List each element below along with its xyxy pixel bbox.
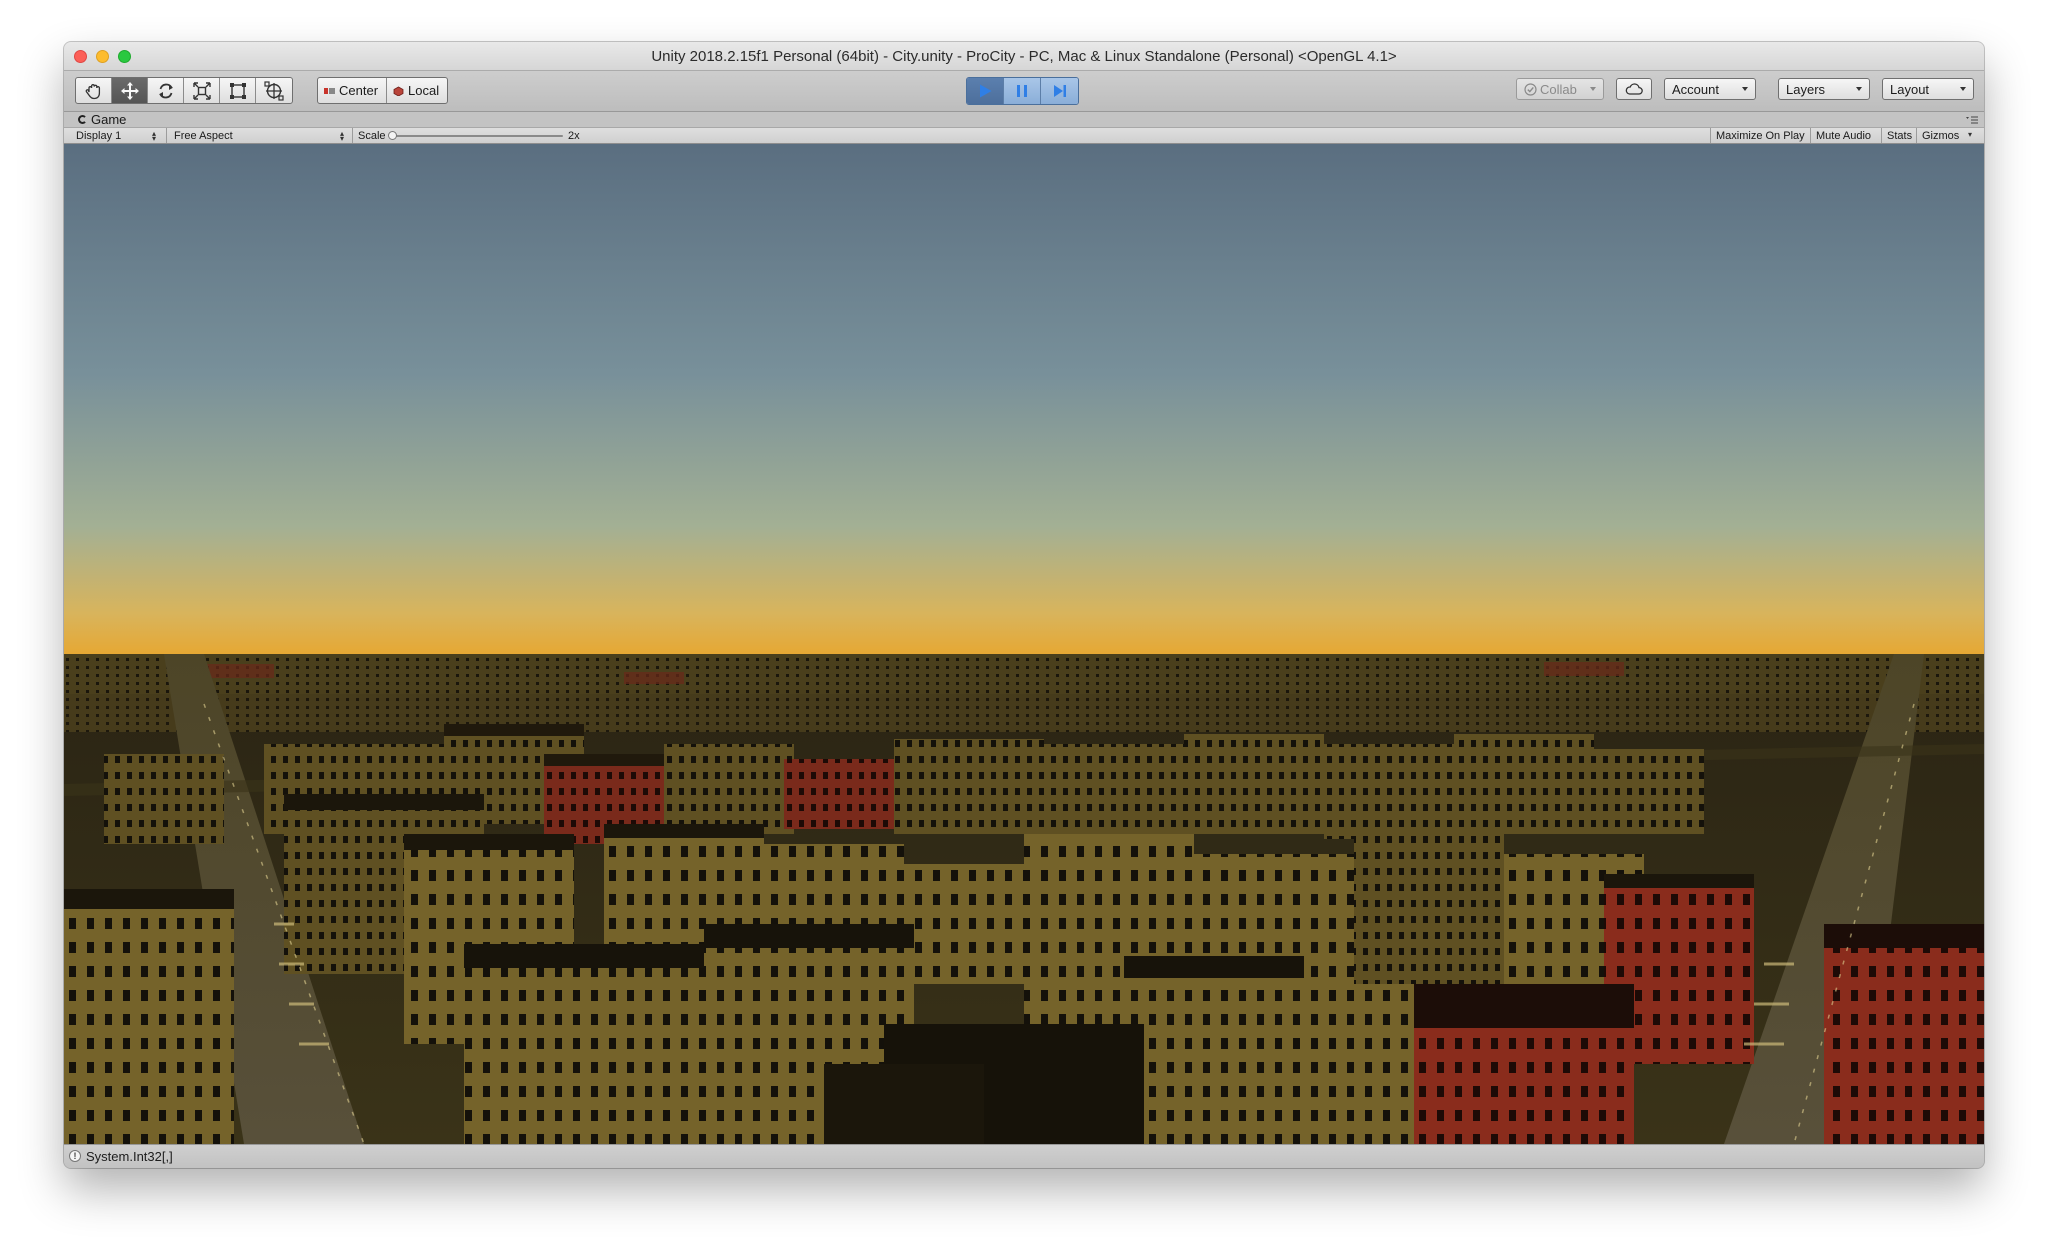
pivot-mode-button[interactable]: Center (318, 78, 388, 103)
transform-tool-button[interactable] (256, 78, 292, 103)
pause-button[interactable] (1004, 78, 1041, 104)
gizmos-dropdown-caret-icon[interactable]: ▾ (1968, 131, 1972, 139)
account-label: Account (1672, 81, 1719, 97)
scale-label: Scale (358, 130, 386, 142)
scale-icon (192, 81, 211, 100)
account-dropdown[interactable]: Account (1664, 78, 1756, 100)
rect-transform-icon (229, 82, 246, 99)
gizmos-toggle[interactable]: Gizmos (1916, 128, 1964, 143)
chevron-down-icon (1856, 87, 1862, 91)
console-status-message[interactable]: System.Int32[,] (86, 1149, 173, 1164)
scale-slider-handle[interactable] (388, 131, 397, 140)
pivot-rotation-button[interactable]: Local (387, 78, 447, 103)
move-arrows-icon (120, 81, 139, 100)
layers-label: Layers (1786, 81, 1826, 97)
display-dropdown[interactable]: Display 1 (76, 130, 121, 142)
up-down-arrows-icon: ▴ ▾ (152, 129, 157, 143)
playmode-controls (966, 77, 1079, 105)
main-toolbar: Center Local Collab Account Layers Layou… (64, 71, 1984, 112)
scale-value: 2x (568, 130, 580, 142)
cloud-icon (1625, 83, 1643, 95)
game-tab-bar: Game (64, 112, 1984, 127)
pivot-center-icon (324, 87, 335, 94)
tab-game[interactable]: Game (78, 112, 126, 127)
game-viewport[interactable] (64, 144, 1984, 1144)
up-down-arrows-icon: ▴ ▾ (340, 129, 345, 143)
chevron-down-icon (1960, 87, 1966, 91)
hand-tool-button[interactable] (76, 78, 112, 103)
window-title: Unity 2018.2.15f1 Personal (64bit) - Cit… (651, 48, 1397, 65)
mute-audio-toggle[interactable]: Mute Audio (1810, 128, 1876, 143)
chevron-down-icon (1742, 87, 1748, 91)
transform-tools (75, 77, 293, 104)
pause-icon (1017, 85, 1027, 97)
toolbar-separator (166, 128, 167, 143)
status-bar: ! System.Int32[,] (64, 1144, 1984, 1168)
rotate-tool-button[interactable] (148, 78, 184, 103)
panel-menu-icon[interactable] (1966, 116, 1978, 124)
layout-dropdown[interactable]: Layout (1882, 78, 1974, 100)
title-bar: Unity 2018.2.15f1 Personal (64bit) - Cit… (64, 42, 1984, 71)
maximize-on-play-toggle[interactable]: Maximize On Play (1710, 128, 1810, 143)
stats-toggle[interactable]: Stats (1881, 128, 1917, 143)
toolbar-separator (352, 128, 353, 143)
layout-label: Layout (1890, 81, 1930, 97)
collab-label: Collab (1540, 81, 1577, 97)
game-view-toolbar: Display 1 ▴ ▾ Free Aspect ▴ ▾ Scale 2x Max… (64, 127, 1984, 144)
move-tool-button[interactable] (112, 78, 148, 103)
scale-tool-button[interactable] (184, 78, 220, 103)
step-forward-icon (1053, 85, 1066, 97)
scale-slider-track[interactable] (391, 135, 563, 137)
collab-dropdown[interactable]: Collab (1516, 78, 1604, 100)
pivot-mode-label: Center (339, 83, 379, 98)
cloud-services-button[interactable] (1616, 78, 1652, 100)
aspect-dropdown[interactable]: Free Aspect (174, 130, 233, 142)
combined-transform-icon (264, 80, 284, 101)
layers-dropdown[interactable]: Layers (1778, 78, 1870, 100)
rect-tool-button[interactable] (220, 78, 256, 103)
play-icon (980, 84, 992, 98)
hand-icon (85, 83, 100, 99)
chevron-down-icon (1590, 87, 1596, 91)
info-icon: ! (69, 1150, 81, 1162)
step-button[interactable] (1041, 78, 1078, 104)
play-button[interactable] (967, 78, 1004, 104)
pivot-toggles: Center Local (317, 77, 449, 104)
city-scene-render (64, 144, 1984, 1144)
collab-check-icon (1524, 82, 1537, 96)
tab-game-label: Game (91, 112, 127, 127)
rotate-icon (158, 83, 173, 98)
game-view-icon (78, 115, 87, 124)
unity-editor-window: Unity 2018.2.15f1 Personal (64bit) - Cit… (64, 42, 1984, 1168)
local-rotation-icon (393, 86, 404, 96)
pivot-rotation-label: Local (408, 83, 440, 98)
